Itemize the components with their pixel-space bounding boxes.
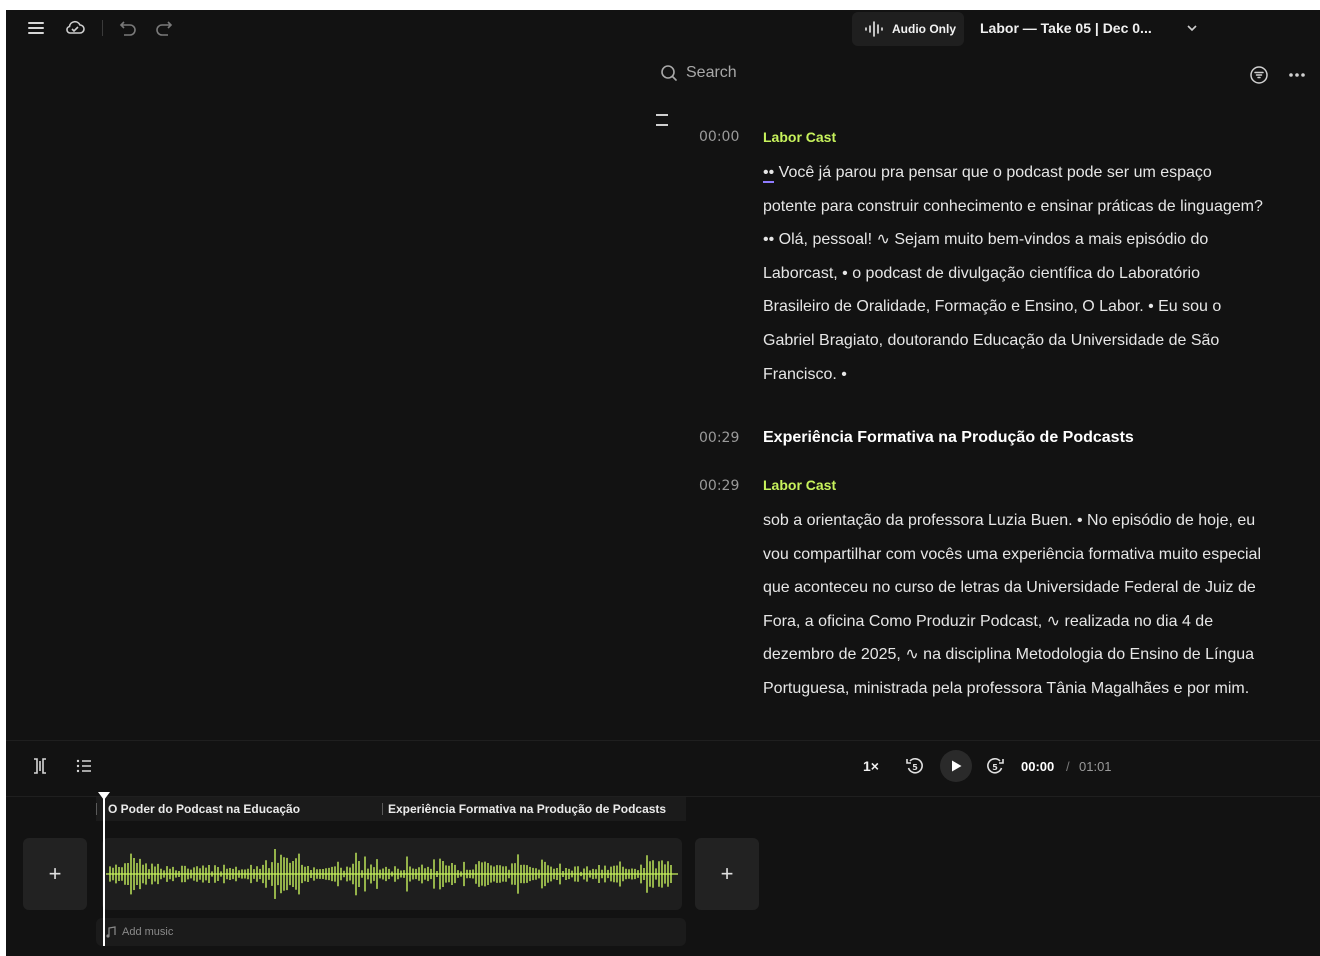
split-clip-icon[interactable] — [30, 756, 50, 776]
play-icon — [952, 760, 962, 772]
transcript-paragraph[interactable]: •• Você já parou pra pensar que o podcas… — [763, 156, 1263, 391]
waveform — [106, 849, 678, 899]
playhead[interactable] — [103, 798, 105, 946]
current-time: 00:00 — [1021, 759, 1055, 774]
top-bar: Audio Only Labor — Take 05 | Dec 0... — [6, 10, 1320, 48]
chevron-down-icon[interactable] — [1184, 20, 1200, 41]
list-icon[interactable] — [74, 756, 94, 776]
chapter-timestamp[interactable]: 00:29 — [699, 430, 739, 446]
chapter-label[interactable]: O Poder do Podcast na Educação — [108, 802, 300, 816]
plus-icon: + — [48, 861, 62, 886]
toolbar-separator — [102, 20, 103, 36]
add-clip-before-button[interactable]: + — [23, 838, 87, 910]
divider — [6, 740, 1320, 741]
chapter-heading[interactable]: Experiência Formativa na Produção de Pod… — [763, 429, 1134, 447]
add-music-label: Add music — [122, 926, 174, 938]
search-box[interactable]: Search — [660, 64, 737, 82]
timestamp[interactable]: 00:00 — [699, 129, 739, 145]
cursor-highlight: •• — [763, 164, 775, 183]
timestamp[interactable]: 00:29 — [699, 478, 739, 494]
more-options-icon[interactable] — [1286, 64, 1308, 86]
chapter-marker — [96, 803, 97, 815]
play-button[interactable] — [940, 750, 972, 782]
total-time: 01:01 — [1079, 759, 1112, 774]
plus-icon: + — [720, 861, 734, 886]
rewind-icon[interactable]: 5 — [904, 755, 926, 777]
undo-icon[interactable] — [118, 18, 138, 38]
collapse-handle-icon[interactable] — [656, 114, 668, 128]
add-music-track[interactable]: Add music — [96, 918, 686, 946]
search-icon — [661, 65, 677, 81]
music-note-icon — [106, 926, 116, 938]
filter-icon[interactable] — [1248, 64, 1270, 86]
chapter-label[interactable]: Experiência Formativa na Produção de Pod… — [388, 802, 666, 816]
search-label: Search — [686, 64, 737, 81]
chapter-marker — [382, 803, 383, 815]
time-separator: / — [1066, 759, 1070, 774]
svg-text:5: 5 — [992, 763, 998, 772]
speaker-name[interactable]: Labor Cast — [763, 477, 836, 493]
audio-only-label: Audio Only — [892, 22, 956, 36]
paragraph-text: Você já parou pra pensar que o podcast p… — [763, 164, 1263, 383]
playback-speed[interactable]: 1× — [863, 758, 879, 774]
transcript-paragraph[interactable]: sob a orientação da professora Luzia Bue… — [763, 504, 1263, 706]
redo-icon[interactable] — [154, 18, 174, 38]
audio-only-toggle[interactable]: Audio Only — [852, 12, 964, 46]
waveform-icon — [865, 21, 883, 37]
audio-waveform-track[interactable] — [102, 838, 682, 910]
add-clip-after-button[interactable]: + — [695, 838, 759, 910]
document-title[interactable]: Labor — Take 05 | Dec 0... — [980, 20, 1152, 36]
speaker-name[interactable]: Labor Cast — [763, 129, 836, 145]
chapter-track[interactable]: O Poder do Podcast na Educação Experiênc… — [96, 797, 686, 821]
forward-icon[interactable]: 5 — [984, 755, 1006, 777]
cloud-sync-icon[interactable] — [64, 18, 86, 38]
app-window: Audio Only Labor — Take 05 | Dec 0... Se… — [6, 10, 1320, 956]
menu-icon[interactable] — [26, 18, 46, 38]
svg-text:5: 5 — [912, 763, 918, 772]
